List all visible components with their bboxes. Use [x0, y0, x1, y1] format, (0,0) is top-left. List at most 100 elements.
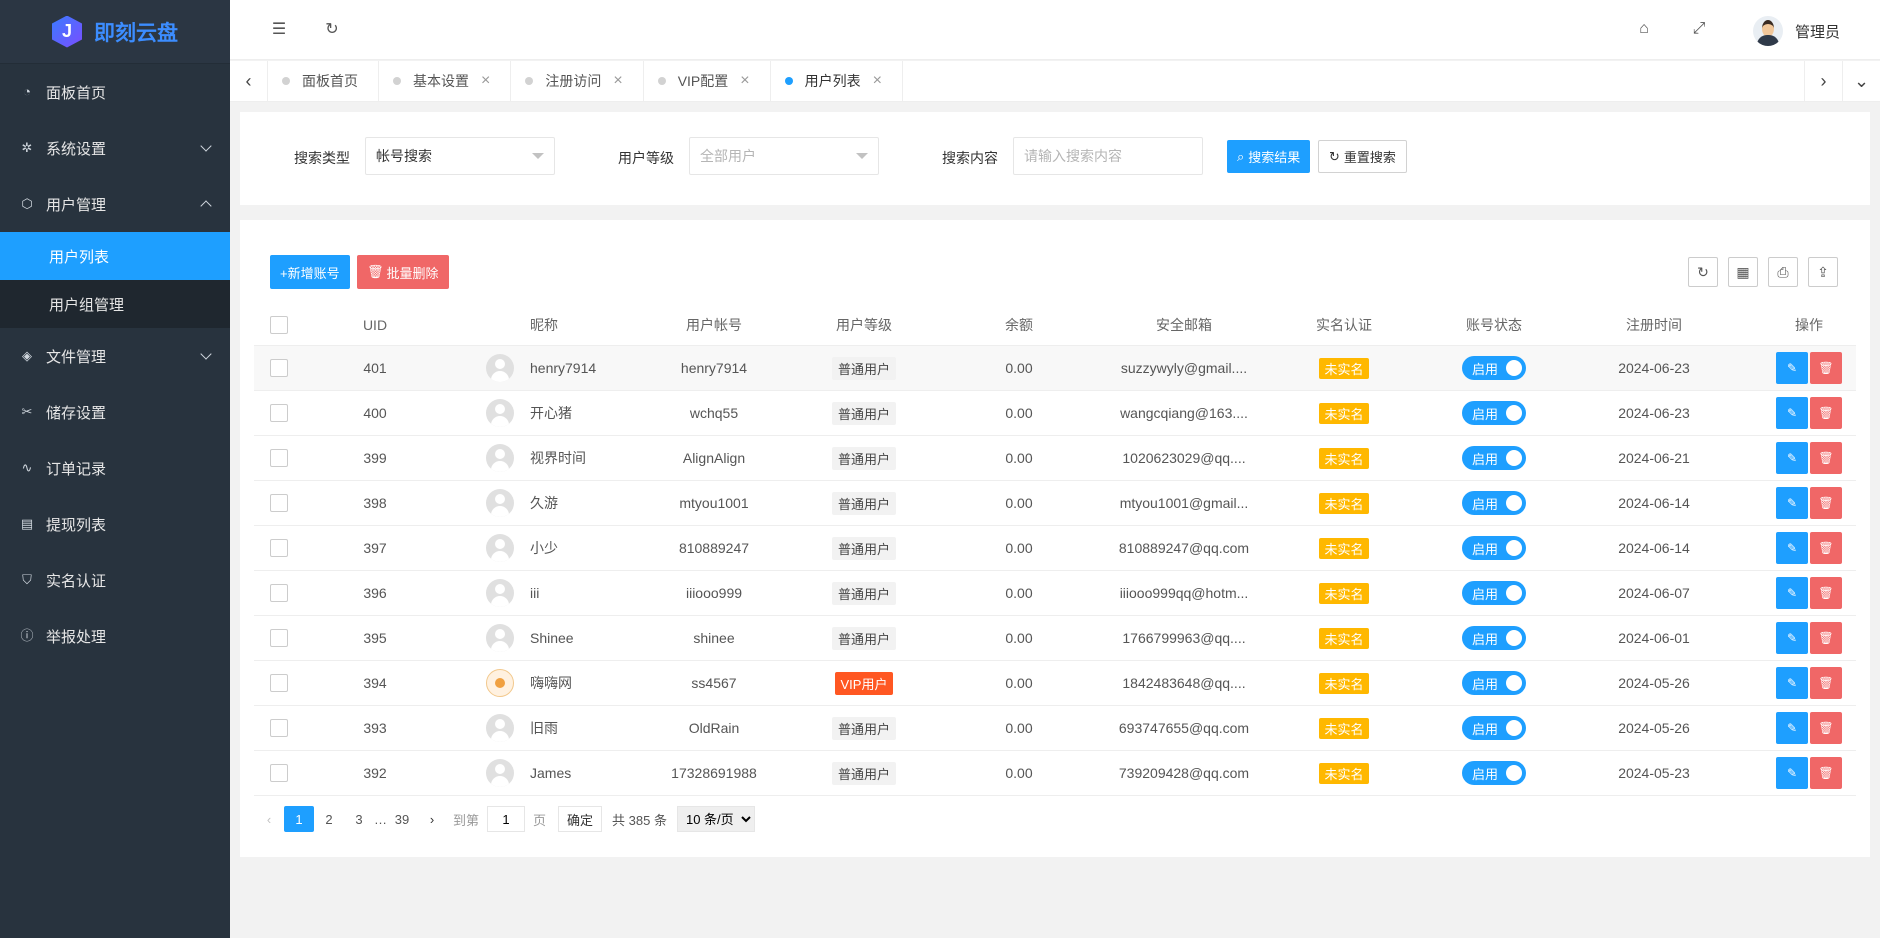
edit-icon[interactable]: ✎: [1776, 442, 1808, 474]
status-toggle[interactable]: 启用: [1462, 626, 1526, 650]
close-icon[interactable]: ×: [613, 72, 622, 90]
edit-icon[interactable]: ✎: [1776, 397, 1808, 429]
trash-icon[interactable]: 🗑: [1810, 712, 1842, 744]
select-all-checkbox[interactable]: [270, 315, 288, 334]
next-page-icon[interactable]: ›: [417, 806, 447, 832]
status-toggle[interactable]: 启用: [1462, 401, 1526, 425]
trash-icon[interactable]: 🗑: [1810, 622, 1842, 654]
refresh-icon[interactable]: ↻: [1688, 257, 1718, 287]
page-size-select[interactable]: 10 条/页: [676, 806, 755, 832]
logo[interactable]: J 即刻云盘: [0, 0, 230, 64]
menu-toggle-icon[interactable]: ☰: [268, 18, 290, 40]
sidebar-item-reports[interactable]: ⓘ 举报处理: [0, 608, 230, 664]
home-icon[interactable]: ⌂: [1633, 18, 1655, 40]
row-checkbox[interactable]: [270, 764, 288, 782]
trash-icon[interactable]: 🗑: [1810, 397, 1842, 429]
add-user-button[interactable]: +新增账号: [270, 255, 350, 289]
page-2[interactable]: 2: [314, 806, 344, 832]
chevron-up-icon: [200, 200, 212, 212]
tab-basic-settings[interactable]: 基本设置 ×: [379, 61, 512, 101]
trash-icon[interactable]: 🗑: [1810, 532, 1842, 564]
refresh-icon[interactable]: ↻: [321, 18, 343, 40]
trash-icon[interactable]: 🗑: [1810, 577, 1842, 609]
columns-icon[interactable]: ▦: [1728, 257, 1758, 287]
status-toggle[interactable]: 启用: [1462, 761, 1526, 785]
sidebar-item-system-settings[interactable]: ✲ 系统设置: [0, 120, 230, 176]
chevron-left-icon[interactable]: ‹: [230, 61, 268, 101]
col-realname[interactable]: 实名认证: [1294, 304, 1394, 345]
col-register-date[interactable]: 注册时间: [1584, 304, 1724, 345]
prev-page-icon[interactable]: ‹: [254, 806, 284, 832]
status-toggle[interactable]: 启用: [1462, 716, 1526, 740]
tab-user-list[interactable]: 用户列表 ×: [771, 61, 903, 101]
close-icon[interactable]: ×: [740, 72, 749, 90]
chevron-down-icon[interactable]: ⌄: [1842, 61, 1880, 101]
sidebar-item-dashboard[interactable]: ◔ 面板首页: [0, 64, 230, 120]
status-toggle[interactable]: 启用: [1462, 356, 1526, 380]
edit-icon[interactable]: ✎: [1776, 532, 1808, 564]
page-1[interactable]: 1: [284, 806, 314, 832]
edit-icon[interactable]: ✎: [1776, 487, 1808, 519]
col-level[interactable]: 用户等级: [794, 304, 934, 345]
trash-icon[interactable]: 🗑: [1810, 667, 1842, 699]
search-button[interactable]: ⌕ 搜索结果: [1227, 140, 1311, 173]
fullscreen-icon[interactable]: ⤢: [1688, 18, 1710, 40]
user-level-select[interactable]: 全部用户: [689, 137, 879, 175]
export-icon[interactable]: ⇪: [1808, 257, 1838, 287]
chevron-right-icon[interactable]: ›: [1804, 61, 1842, 101]
edit-icon[interactable]: ✎: [1776, 622, 1808, 654]
status-toggle[interactable]: 启用: [1462, 581, 1526, 605]
status-toggle[interactable]: 启用: [1462, 536, 1526, 560]
sidebar-subitem-user-groups[interactable]: 用户组管理: [0, 280, 230, 328]
row-checkbox[interactable]: [270, 674, 288, 692]
row-checkbox[interactable]: [270, 539, 288, 557]
row-checkbox[interactable]: [270, 719, 288, 737]
row-checkbox[interactable]: [270, 404, 288, 422]
edit-icon[interactable]: ✎: [1776, 667, 1808, 699]
trash-icon[interactable]: 🗑: [1810, 757, 1842, 789]
goto-page-input[interactable]: [487, 806, 526, 832]
col-balance[interactable]: 余额: [974, 304, 1064, 345]
row-checkbox[interactable]: [270, 629, 288, 647]
admin-menu[interactable]: 管理员: [1752, 16, 1840, 46]
reset-button[interactable]: ↻ 重置搜索: [1318, 140, 1407, 173]
sidebar-item-storage-settings[interactable]: ✂ 储存设置: [0, 384, 230, 440]
sidebar-item-orders[interactable]: ∿ 订单记录: [0, 440, 230, 496]
trash-icon[interactable]: 🗑: [1810, 352, 1842, 384]
batch-delete-button[interactable]: 🗑 批量删除: [357, 255, 449, 289]
col-account[interactable]: 用户帐号: [639, 304, 789, 345]
close-icon[interactable]: ×: [873, 72, 882, 90]
status-toggle[interactable]: 启用: [1462, 491, 1526, 515]
sidebar-item-withdrawals[interactable]: ▤ 提现列表: [0, 496, 230, 552]
col-uid[interactable]: UID: [344, 304, 406, 345]
trash-icon[interactable]: 🗑: [1810, 442, 1842, 474]
search-type-select[interactable]: 帐号搜索: [365, 137, 555, 175]
row-checkbox[interactable]: [270, 584, 288, 602]
row-checkbox[interactable]: [270, 449, 288, 467]
row-checkbox[interactable]: [270, 494, 288, 512]
tab-register-access[interactable]: 注册访问 ×: [511, 61, 644, 101]
status-toggle[interactable]: 启用: [1462, 446, 1526, 470]
col-nickname[interactable]: 昵称: [494, 304, 594, 345]
edit-icon[interactable]: ✎: [1776, 757, 1808, 789]
goto-confirm-button[interactable]: 确定: [558, 806, 603, 832]
edit-icon[interactable]: ✎: [1776, 352, 1808, 384]
col-status[interactable]: 账号状态: [1444, 304, 1544, 345]
tab-dashboard[interactable]: 面板首页: [268, 61, 379, 101]
close-icon[interactable]: ×: [481, 72, 490, 90]
sidebar-item-realname[interactable]: ⛉ 实名认证: [0, 552, 230, 608]
status-toggle[interactable]: 启用: [1462, 671, 1526, 695]
edit-icon[interactable]: ✎: [1776, 577, 1808, 609]
col-email[interactable]: 安全邮箱: [1094, 304, 1274, 345]
page-3[interactable]: 3: [344, 806, 374, 832]
sidebar-item-file-management[interactable]: ◈ 文件管理: [0, 328, 230, 384]
print-icon[interactable]: ⎙: [1768, 257, 1798, 287]
search-input[interactable]: [1013, 137, 1203, 175]
tab-vip-config[interactable]: VIP配置 ×: [644, 61, 771, 101]
row-checkbox[interactable]: [270, 359, 288, 377]
sidebar-item-user-management[interactable]: ⬡ 用户管理: [0, 176, 230, 232]
sidebar-subitem-user-list[interactable]: 用户列表: [0, 232, 230, 280]
page-last[interactable]: 39: [387, 806, 417, 832]
edit-icon[interactable]: ✎: [1776, 712, 1808, 744]
trash-icon[interactable]: 🗑: [1810, 487, 1842, 519]
